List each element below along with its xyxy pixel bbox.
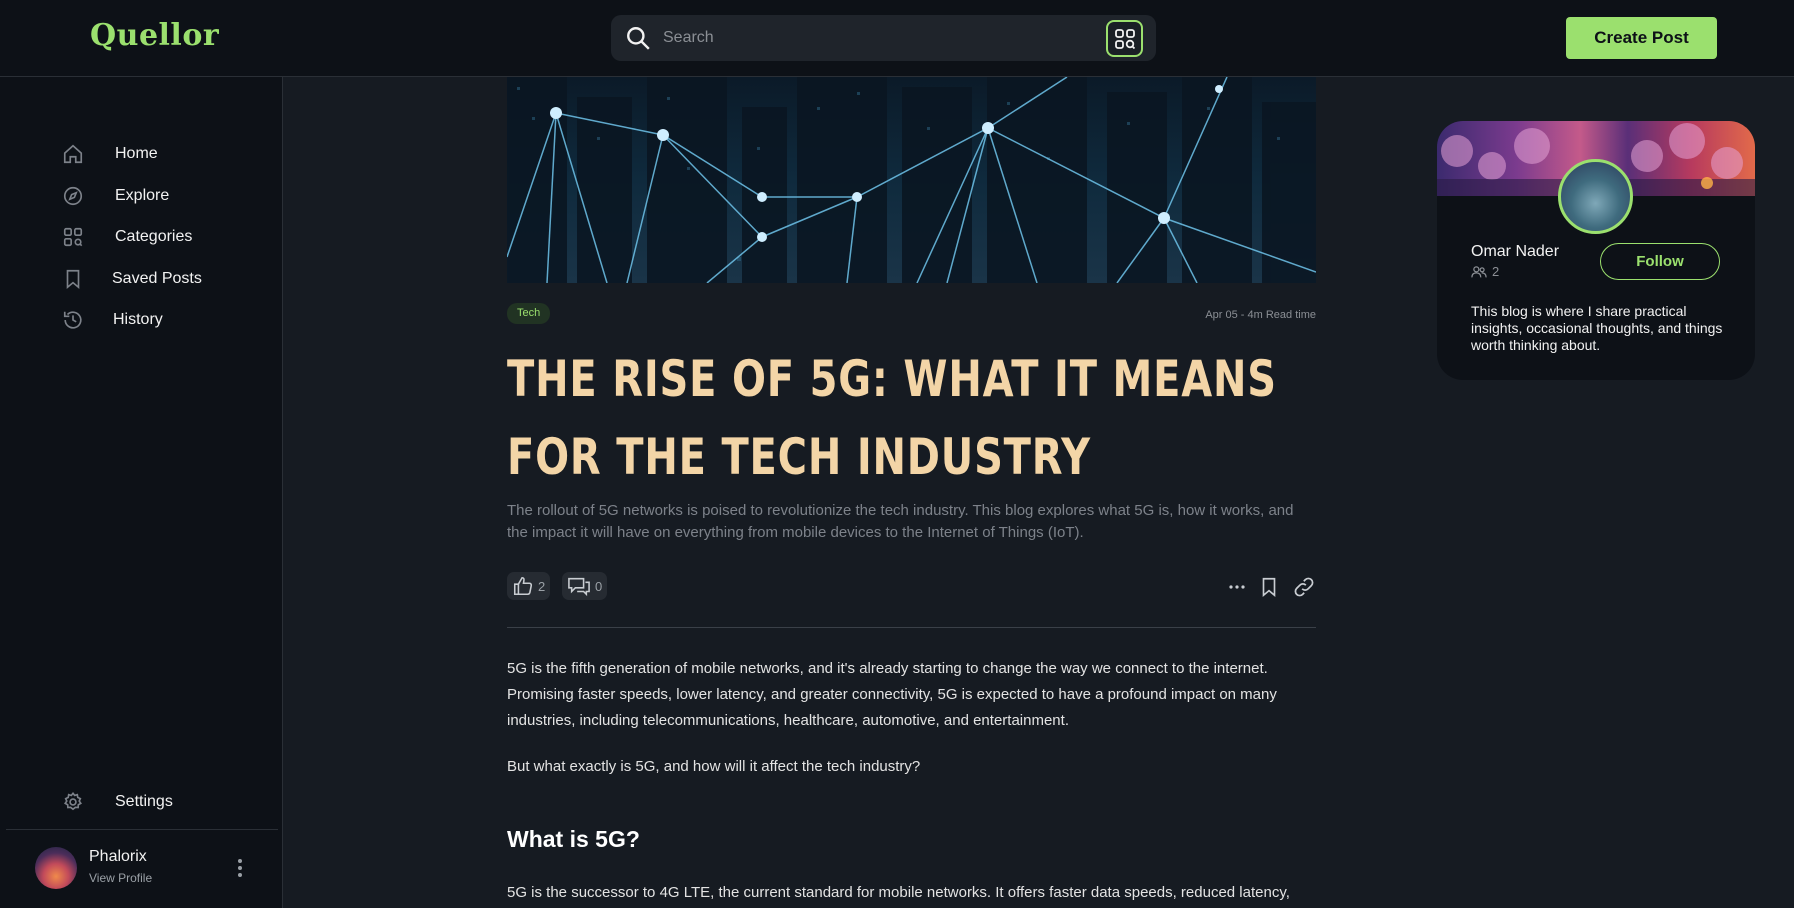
advanced-search-button[interactable] xyxy=(1106,20,1143,57)
comment-icon xyxy=(568,577,590,597)
divider xyxy=(507,627,1316,628)
comment-count: 0 xyxy=(595,578,603,594)
sidebar-item-label: Categories xyxy=(115,228,193,245)
users-icon xyxy=(1471,265,1487,277)
link-icon[interactable] xyxy=(1293,576,1315,598)
sidebar-item-history[interactable]: History xyxy=(62,305,262,335)
like-button[interactable]: 2 xyxy=(507,572,551,600)
sidebar-item-explore[interactable]: Explore xyxy=(62,181,262,211)
author-avatar[interactable] xyxy=(1558,159,1633,234)
sidebar-divider xyxy=(6,829,278,830)
sidebar-item-settings[interactable]: Settings xyxy=(62,787,262,817)
create-post-button[interactable]: Create Post xyxy=(1566,17,1717,59)
sidebar-item-label: History xyxy=(113,311,163,328)
network-city-illustration xyxy=(507,77,1316,283)
view-profile-link[interactable]: View Profile xyxy=(89,871,152,885)
user-name[interactable]: Phalorix xyxy=(89,848,147,866)
sidebar-item-categories[interactable]: Categories xyxy=(62,222,262,252)
home-icon xyxy=(63,144,83,164)
history-icon xyxy=(63,311,82,329)
logo[interactable]: Quellor xyxy=(90,18,219,53)
author-card: Omar Nader 2 Follow This blog is where I… xyxy=(1437,121,1755,380)
comment-button[interactable]: 0 xyxy=(562,572,608,600)
author-bio: This blog is where I share practical ins… xyxy=(1471,303,1723,353)
post-subtitle: The rollout of 5G networks is poised to … xyxy=(507,502,1294,541)
follower-count: 2 xyxy=(1471,264,1499,279)
post-meta: Apr 05 - 4m Read time xyxy=(1205,309,1316,321)
sidebar-item-label: Settings xyxy=(115,793,173,810)
post-paragraph: 5G is the fifth generation of mobile net… xyxy=(507,660,1277,729)
user-profile[interactable]: Phalorix View Profile xyxy=(35,845,275,895)
follower-number: 2 xyxy=(1492,264,1500,279)
section-heading: What is 5G? xyxy=(507,826,640,852)
more-horizontal-icon[interactable] xyxy=(1226,576,1248,598)
author-name[interactable]: Omar Nader xyxy=(1471,243,1559,261)
search-input[interactable] xyxy=(663,23,1083,53)
post-title: THE RISE OF 5G: WHAT IT MEANS FOR THE TE… xyxy=(507,350,1277,486)
sidebar-item-home[interactable]: Home xyxy=(62,139,262,169)
grid-icon xyxy=(63,227,83,247)
follow-button[interactable]: Follow xyxy=(1600,243,1720,280)
like-count: 2 xyxy=(538,578,546,594)
sidebar-item-label: Saved Posts xyxy=(112,270,202,287)
more-vertical-icon[interactable] xyxy=(230,853,250,883)
top-bar: Quellor Create Post xyxy=(0,0,1794,77)
sidebar: Home Explore Categories Saved Posts Hist… xyxy=(0,77,283,908)
post-cover-image xyxy=(507,77,1316,283)
sidebar-item-label: Home xyxy=(115,145,158,162)
bookmark-icon[interactable] xyxy=(1258,576,1280,598)
search-icon xyxy=(627,27,650,50)
compass-icon xyxy=(63,186,83,206)
post-paragraph: 5G is the successor to 4G LTE, the curre… xyxy=(507,884,1290,901)
bookmark-icon xyxy=(66,269,80,290)
sidebar-item-label: Explore xyxy=(115,187,170,204)
grid-search-icon xyxy=(1115,29,1135,49)
thumbs-up-icon xyxy=(513,576,533,596)
gear-icon xyxy=(64,791,82,811)
post-paragraph: But what exactly is 5G, and how will it … xyxy=(507,758,921,775)
sidebar-item-saved-posts[interactable]: Saved Posts xyxy=(62,264,262,294)
category-tag[interactable]: Tech xyxy=(507,303,551,324)
avatar[interactable] xyxy=(35,847,77,889)
search-bar xyxy=(611,15,1156,61)
